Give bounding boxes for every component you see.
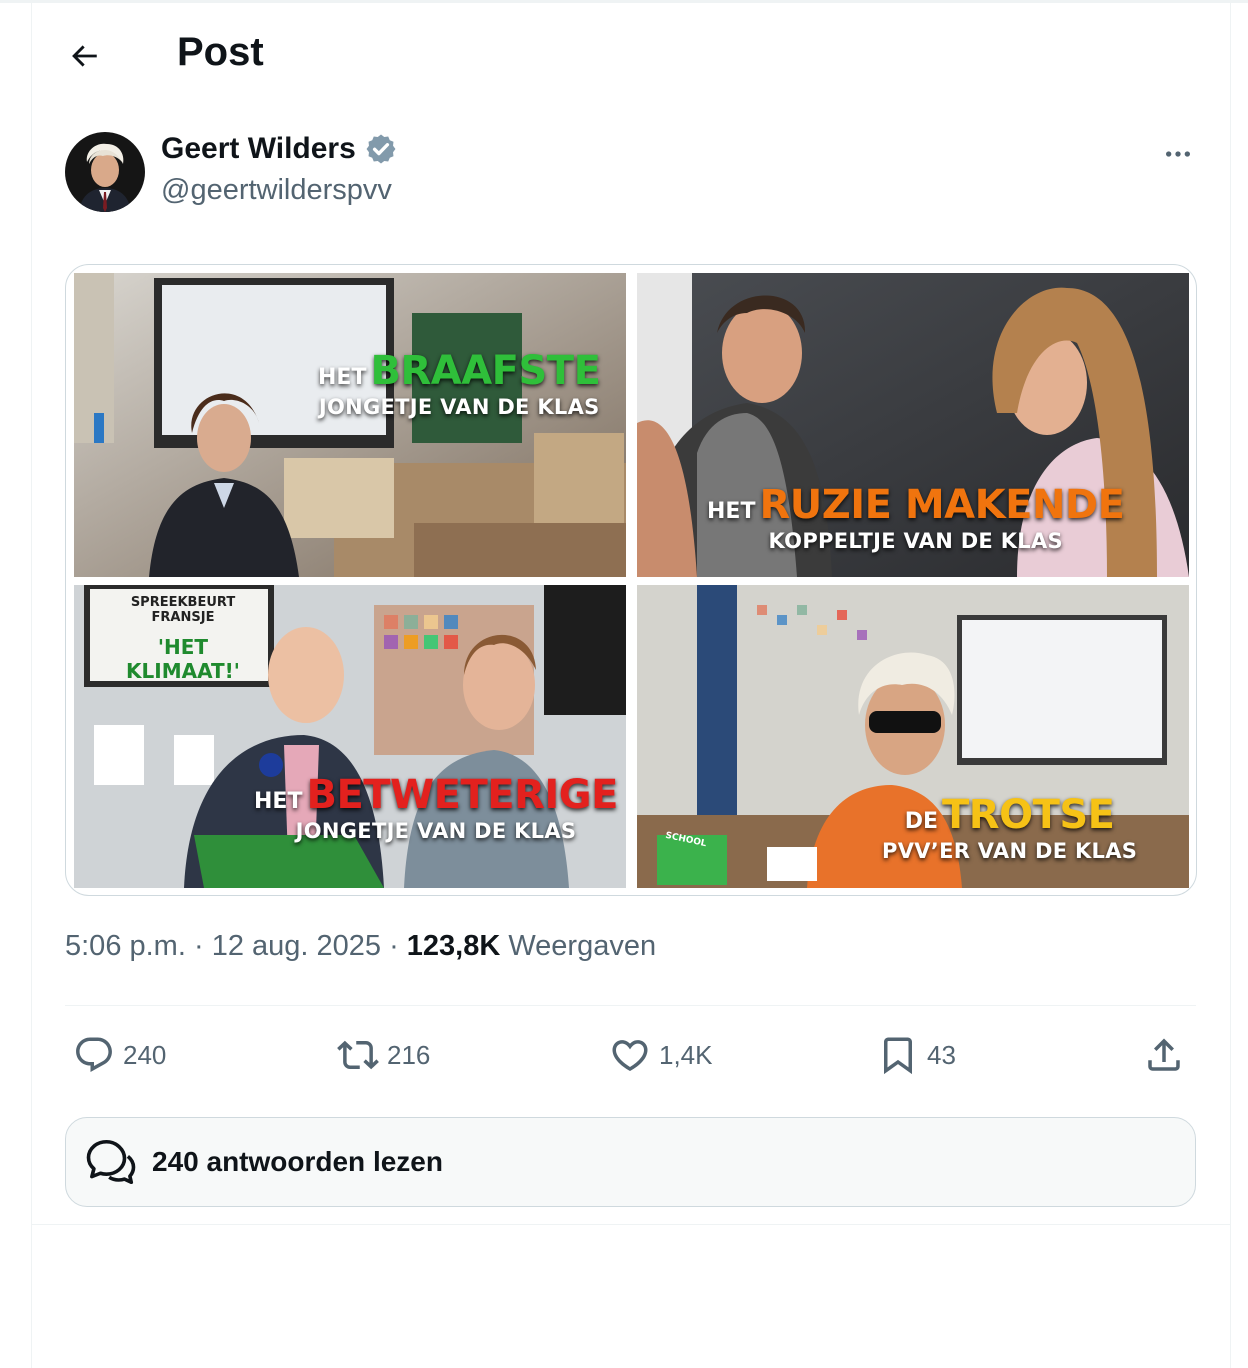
- caption-4-prefix: DE: [904, 809, 938, 834]
- caption-1: HET BRAAFSTE JONGETJE VAN DE KLAS: [318, 348, 601, 419]
- replies-bubble-icon: [86, 1139, 136, 1185]
- caption-3: HET BETWETERIGE JONGETJE VAN DE KLAS: [254, 775, 618, 843]
- caption-1-prefix: HET: [318, 365, 367, 390]
- like-count: 1,4K: [659, 1039, 713, 1070]
- meta-separator: ·: [185, 930, 212, 962]
- caption-3-subtitle: JONGETJE VAN DE KLAS: [295, 819, 577, 843]
- verified-badge-icon: [366, 134, 396, 164]
- media-image-4[interactable]: SCHOOL DE TROTSE PVV’ER VAN DE KLAS: [637, 585, 1189, 888]
- share-icon: [1148, 1038, 1180, 1071]
- caption-4-highlight: TROTSE: [941, 792, 1115, 838]
- repost-count: 216: [387, 1039, 431, 1070]
- meta-separator: ·: [381, 930, 407, 962]
- media-image-1[interactable]: HET BRAAFSTE JONGETJE VAN DE KLAS: [74, 273, 626, 577]
- bookmark-button[interactable]: 43: [877, 1030, 956, 1080]
- caption-3-highlight: BETWETERIGE: [306, 772, 618, 818]
- header: Post: [32, 0, 1230, 106]
- author-name-row: Geert Wilders: [161, 132, 398, 166]
- reply-count: 240: [123, 1039, 167, 1070]
- back-button[interactable]: [62, 34, 106, 78]
- author-name[interactable]: Geert Wilders: [161, 132, 356, 166]
- divider: [65, 1005, 1196, 1006]
- caption-2: HET RUZIE MAKENDE KOPPELTJE VAN DE KLAS: [707, 482, 1125, 553]
- repost-button[interactable]: 216: [337, 1030, 430, 1080]
- read-replies-label: 240 antwoorden lezen: [152, 1146, 443, 1177]
- more-options-button[interactable]: [1156, 134, 1200, 174]
- caption-2-subtitle: KOPPELTJE VAN DE KLAS: [768, 529, 1063, 553]
- post-date[interactable]: 12 aug. 2025: [212, 930, 381, 963]
- caption-1-subtitle: JONGETJE VAN DE KLAS: [318, 395, 600, 419]
- reply-button[interactable]: 240: [73, 1030, 166, 1080]
- author-handle[interactable]: @geertwilderspvv: [161, 174, 392, 207]
- caption-3-prefix: HET: [254, 789, 303, 814]
- media-image-2[interactable]: HET RUZIE MAKENDE KOPPELTJE VAN DE KLAS: [637, 273, 1189, 577]
- caption-4-subtitle: PVV’ER VAN DE KLAS: [882, 839, 1138, 863]
- media-image-3[interactable]: SPREEKBEURT FRANSJE 'HET KLIMAAT!' HET BE…: [74, 585, 626, 888]
- page-title: Post: [177, 30, 264, 74]
- caption-2-highlight: RUZIE MAKENDE: [759, 482, 1125, 528]
- caption-1-highlight: BRAAFSTE: [370, 348, 601, 394]
- speech-topic-line1: SPREEKBEURT FRANSJE: [130, 595, 236, 625]
- caption-4: DE TROTSE PVV’ER VAN DE KLAS: [882, 795, 1137, 863]
- share-button[interactable]: [1143, 1030, 1185, 1080]
- speech-topic-line2: 'HET KLIMAAT!': [126, 635, 240, 683]
- views-count: 123,8K: [406, 930, 501, 962]
- reply-icon: [76, 1037, 112, 1072]
- post-meta: 5:06 p.m. · 12 aug. 2025 · 123,8K Weerga…: [65, 930, 656, 963]
- bookmark-count: 43: [927, 1039, 956, 1070]
- action-bar: 240 216 1,4K 43: [65, 1030, 1196, 1080]
- avatar[interactable]: [65, 132, 145, 212]
- repost-icon: [337, 1040, 379, 1070]
- views-label: Weergaven: [508, 930, 657, 962]
- bookmark-icon: [884, 1037, 912, 1075]
- speech-topic-board: SPREEKBEURT FRANSJE 'HET KLIMAAT!': [108, 595, 258, 683]
- back-arrow-icon: [72, 45, 97, 67]
- read-replies-button[interactable]: 240 antwoorden lezen: [65, 1117, 1196, 1207]
- caption-2-prefix: HET: [707, 499, 756, 524]
- post-time[interactable]: 5:06 p.m.: [65, 930, 186, 963]
- section-divider: [32, 1224, 1230, 1225]
- post-column: Post Geert Wilders @geertwilderspvv HET …: [31, 0, 1231, 1368]
- like-icon: [612, 1040, 648, 1072]
- more-icon: [1166, 151, 1190, 157]
- media-grid: HET BRAAFSTE JONGETJE VAN DE KLAS HET RUZI…: [65, 264, 1197, 896]
- like-button[interactable]: 1,4K: [609, 1030, 713, 1080]
